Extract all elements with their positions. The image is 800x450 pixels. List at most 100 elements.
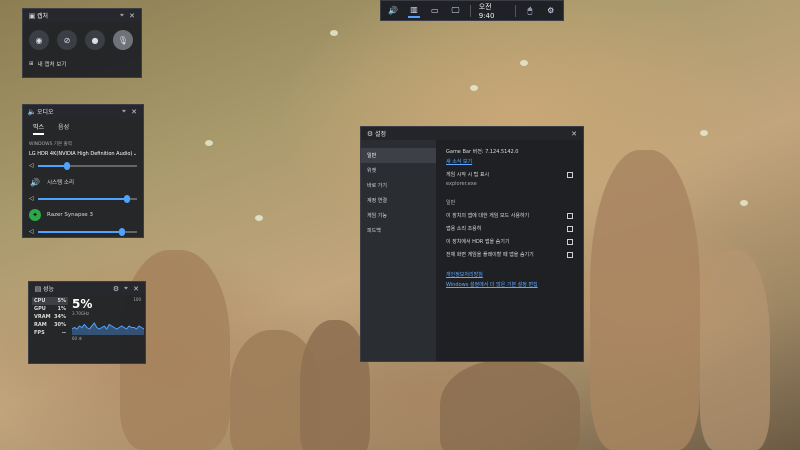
- settings-body: 일반 위젯 바로 가기 계정 연결 게임 기능 피드백 Game Bar 버전:…: [361, 140, 583, 361]
- settings-content: Game Bar 버전: 7.124.5142.0 새 소식 보기 게임 시작 …: [436, 140, 583, 361]
- settings-icon[interactable]: ⚙: [544, 4, 557, 18]
- slider-thumb[interactable]: [124, 194, 131, 203]
- option-checkbox[interactable]: [567, 238, 573, 245]
- wallpaper-meerkat: [700, 250, 770, 450]
- mixer-volume: ◁: [23, 225, 143, 238]
- whats-new-link[interactable]: 새 소식 보기: [446, 158, 573, 165]
- settings-window: ⚙ 설정 ✕ 일반 위젯 바로 가기 계정 연결 게임 기능 피드백 Game …: [360, 126, 584, 362]
- cpu-graph-area: [72, 323, 144, 335]
- settings-nav-widgets[interactable]: 위젯: [361, 163, 436, 178]
- razer-icon: ✦: [29, 209, 41, 221]
- wallpaper-blossom: [255, 215, 263, 221]
- option-label: 이 장치에서 HDR 앱을 숨기기: [446, 239, 510, 245]
- option-checkbox[interactable]: [567, 212, 573, 219]
- stat-ram[interactable]: RAM 30%: [32, 321, 68, 329]
- wallpaper-blossom: [700, 130, 708, 136]
- capture-header: ▣ 캡처 ⌖ ✕: [23, 9, 141, 22]
- privacy-link[interactable]: 개인정보처리방침: [446, 271, 573, 278]
- mic-toggle-button[interactable]: 🎙: [113, 30, 133, 50]
- close-icon[interactable]: ✕: [131, 285, 141, 293]
- mixer-row: ✦ Razer Synapse 3: [23, 205, 143, 225]
- performance-icon[interactable]: ▥: [407, 4, 421, 18]
- settings-nav: 일반 위젯 바로 가기 계정 연결 게임 기능 피드백: [361, 140, 436, 361]
- stat-vram[interactable]: VRAM 34%: [32, 313, 68, 321]
- close-icon[interactable]: ✕: [127, 12, 137, 20]
- mixer-volume: ◁: [23, 192, 143, 205]
- divider: [514, 4, 516, 17]
- gear-icon: ⚙: [366, 129, 374, 138]
- option-label: 전체 화면 게임을 플레이할 때 앱을 숨기기: [446, 252, 534, 258]
- close-icon[interactable]: ✕: [129, 108, 139, 116]
- settings-nav-feedback[interactable]: 피드백: [361, 223, 436, 238]
- pin-icon[interactable]: ⌖: [119, 107, 129, 116]
- record-button[interactable]: ●: [85, 30, 105, 50]
- option-row: 전체 화면 게임을 플레이할 때 앱을 숨기기: [446, 251, 573, 258]
- capture-title: 캡처: [37, 13, 49, 20]
- volume-icon[interactable]: 🔊: [387, 4, 400, 18]
- master-volume: ◁: [23, 159, 143, 172]
- option-checkbox[interactable]: [567, 225, 573, 232]
- output-device-select[interactable]: LG HDR 4K(NVIDIA High Definition Audio) …: [23, 149, 143, 159]
- chevron-down-icon: ⌄: [132, 151, 137, 157]
- pin-icon[interactable]: ⌖: [121, 284, 131, 293]
- settings-nav-shortcuts[interactable]: 바로 가기: [361, 178, 436, 193]
- mixer-row: 🔊 시스템 소리: [23, 172, 143, 192]
- stat-gpu[interactable]: GPU 1%: [32, 305, 68, 313]
- slider-fill: [37, 197, 128, 200]
- settings-nav-gaming[interactable]: 게임 기능: [361, 208, 436, 223]
- pin-icon[interactable]: ⌖: [117, 11, 127, 20]
- wallpaper-blossom: [520, 60, 528, 66]
- tab-mix[interactable]: 믹스: [33, 122, 45, 135]
- cpu-usage-graph: [72, 322, 144, 335]
- mixer-app-name: Razer Synapse 3: [47, 212, 93, 218]
- screenshot-button[interactable]: ◉: [29, 30, 49, 50]
- performance-widget: ▤ 성능 ⚙ ⌖ ✕ CPU 5% GPU 1% VRAM 34% RAM 30% FP…: [28, 281, 146, 364]
- close-icon[interactable]: ✕: [569, 130, 579, 138]
- tab-voice[interactable]: 음성: [58, 122, 69, 135]
- show-tips-checkbox[interactable]: [567, 171, 573, 178]
- speaker-icon: ◁: [29, 195, 34, 202]
- option-row: 이 장치의 앱에 대한 게임 모드 사용하기: [446, 212, 573, 219]
- mouse-icon[interactable]: 🖱: [524, 4, 537, 18]
- stat-cpu[interactable]: CPU 5%: [32, 297, 68, 305]
- stat-list: CPU 5% GPU 1% VRAM 34% RAM 30% FPS --: [32, 297, 68, 337]
- wallpaper-meerkat: [440, 360, 580, 450]
- performance-body: CPU 5% GPU 1% VRAM 34% RAM 30% FPS -- 5% 3.70…: [29, 295, 145, 341]
- master-volume-slider[interactable]: [37, 161, 137, 170]
- screen-icon[interactable]: 🖵: [449, 4, 462, 18]
- chart-icon: ▤: [34, 284, 42, 293]
- show-tips-label: 게임 시작 시 팁 표시: [446, 172, 490, 178]
- graph-scale-max: 100: [133, 297, 141, 302]
- system-volume-slider[interactable]: [37, 194, 137, 203]
- record-last-button[interactable]: ⊘: [57, 30, 77, 50]
- slider-thumb[interactable]: [64, 161, 71, 170]
- option-checkbox[interactable]: [567, 251, 573, 258]
- exe-label: explorer.exe: [446, 181, 477, 187]
- audio-widget: 🔈 오디오 ⌖ ✕ 믹스 음성 WINDOWS 기본 출력 LG HDR 4K(…: [22, 104, 144, 238]
- windows-settings-link[interactable]: Windows 설정에서 더 많은 기본 설정 편집: [446, 281, 573, 288]
- general-section-header: 일반: [446, 200, 456, 206]
- stat-fps[interactable]: FPS --: [32, 329, 68, 337]
- graph-span-label: 60 초: [72, 336, 83, 341]
- razer-volume-slider[interactable]: [37, 227, 137, 236]
- monitor-icon[interactable]: ▭: [428, 4, 441, 18]
- performance-title: 성능: [43, 286, 55, 293]
- audio-title: 오디오: [37, 109, 54, 116]
- wallpaper-blossom: [205, 140, 213, 146]
- settings-nav-accounts[interactable]: 계정 연결: [361, 193, 436, 208]
- show-captures-link[interactable]: ⊞ 내 캡처 보기: [23, 54, 141, 74]
- settings-icon[interactable]: ⚙: [111, 285, 121, 293]
- slider-thumb[interactable]: [119, 227, 126, 236]
- show-captures-label: 내 캡처 보기: [37, 62, 67, 68]
- game-bar-toolbar: 🔊 ▥ ▭ 🖵 오전 9:40 🖱 ⚙: [380, 0, 564, 21]
- settings-title: 설정: [375, 131, 387, 138]
- wallpaper-meerkat: [590, 150, 700, 450]
- settings-header: ⚙ 설정 ✕: [361, 127, 583, 140]
- settings-nav-general[interactable]: 일반: [361, 148, 436, 163]
- mixer-app-name: 시스템 소리: [47, 180, 75, 186]
- wallpaper-blossom: [740, 200, 748, 206]
- speaker-icon: ◁: [29, 228, 34, 235]
- wallpaper-blossom: [330, 30, 338, 36]
- option-row: 이 장치에서 HDR 앱을 숨기기: [446, 238, 573, 245]
- option-label: 앱용 소리 조용히: [446, 226, 482, 232]
